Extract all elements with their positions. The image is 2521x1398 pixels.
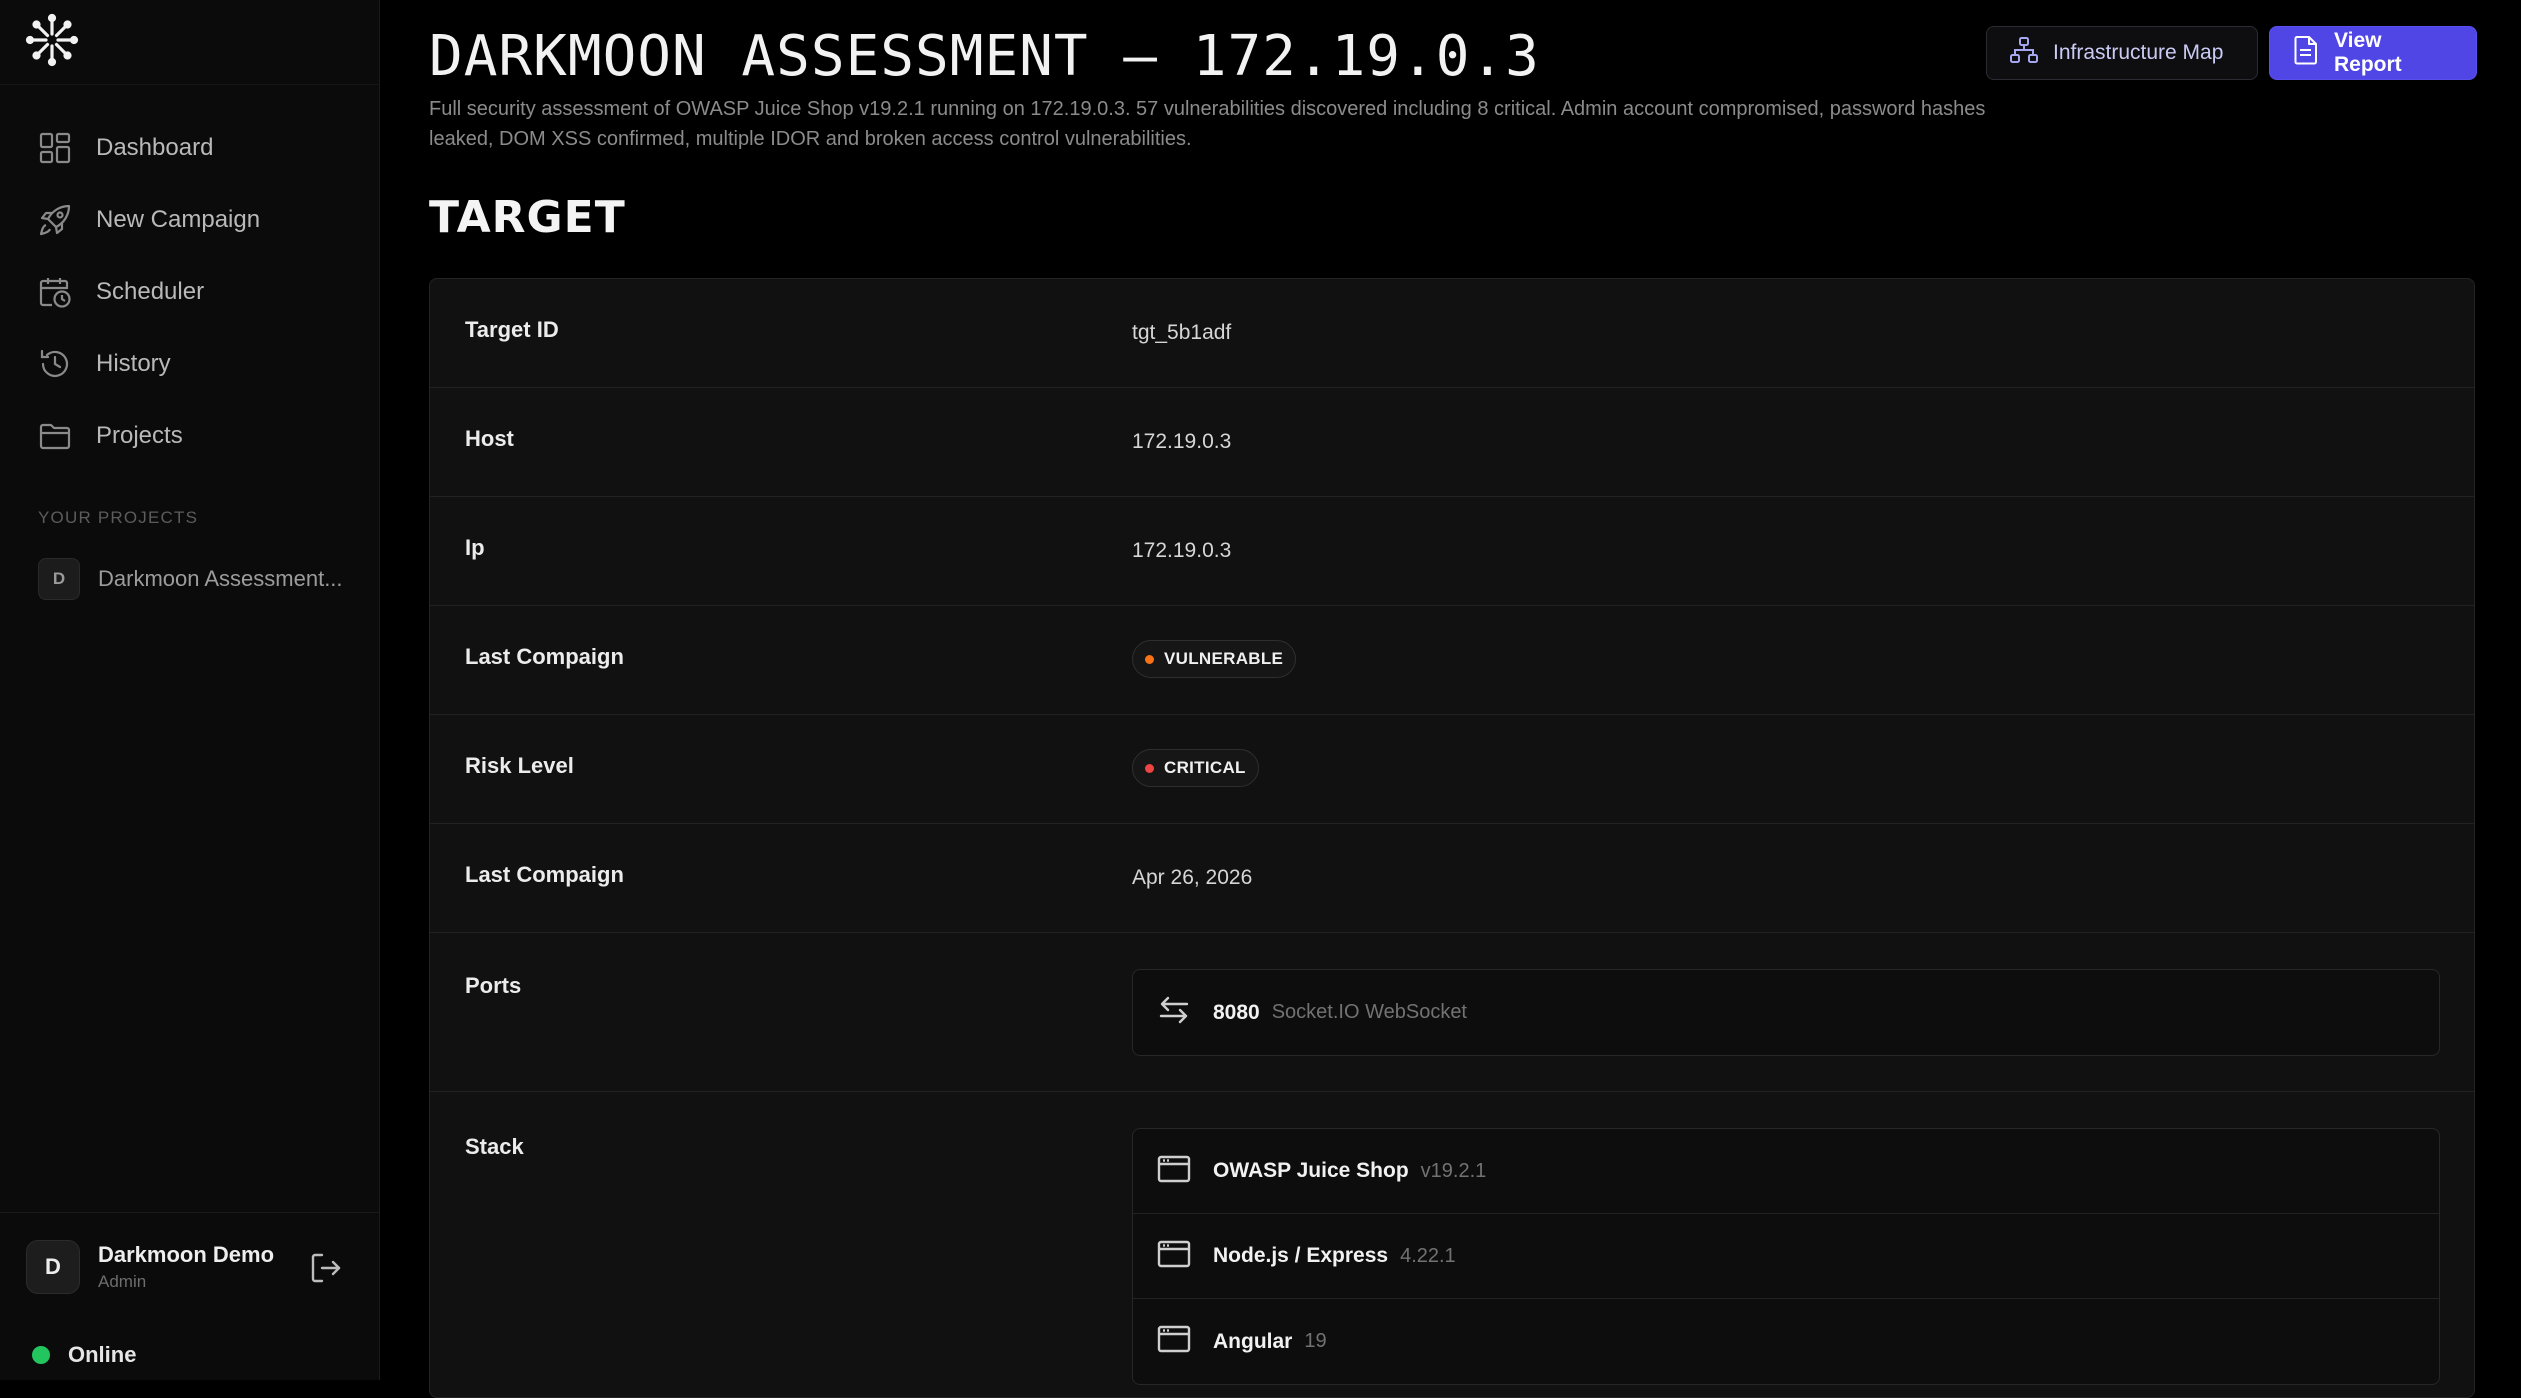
stack-version: 19 — [1304, 1330, 1327, 1352]
stack-item[interactable]: Angular 19 — [1133, 1299, 2439, 1384]
nav-label: Dashboard — [96, 134, 214, 161]
user-divider — [0, 1212, 380, 1213]
status-badge: VULNERABLE — [1132, 640, 1297, 678]
nav-label: Scheduler — [96, 278, 205, 305]
rocket-icon — [36, 201, 74, 239]
your-projects-heading: YOUR PROJECTS — [38, 508, 199, 527]
nav-label: Projects — [96, 422, 183, 449]
browser-window-icon — [1157, 1154, 1191, 1189]
sidebar: Dashboard New Campaign Scheduler History… — [0, 0, 380, 1380]
nav-scheduler[interactable]: Scheduler — [36, 264, 204, 320]
browser-window-icon — [1157, 1239, 1191, 1274]
status-dot — [32, 1346, 50, 1364]
nav-dashboard[interactable]: Dashboard — [36, 120, 213, 176]
ports-card: 8080 Socket.IO WebSocket — [1132, 969, 2440, 1056]
target-details-panel: Target ID tgt_5b1adf Host 172.19.0.3 Ip … — [429, 278, 2475, 1398]
port-number: 8080 — [1213, 1000, 1260, 1024]
row-label: Host — [465, 426, 514, 451]
swap-arrows-icon — [1157, 993, 1191, 1032]
ip-value: 172.19.0.3 — [1132, 539, 1232, 562]
user-profile[interactable]: D Darkmoon Demo Admin — [26, 1240, 274, 1294]
nav-label: History — [96, 350, 171, 377]
history-icon — [36, 345, 74, 383]
detail-row-target-id: Target ID tgt_5b1adf — [430, 279, 2474, 388]
port-service: Socket.IO WebSocket — [1271, 1001, 1467, 1023]
row-label: Last Compaign — [465, 644, 624, 669]
network-icon — [2009, 35, 2039, 71]
status-label: Online — [68, 1342, 137, 1367]
row-label: Stack — [465, 1134, 524, 1159]
logo-divider — [0, 84, 380, 85]
logout-button[interactable] — [306, 1250, 346, 1290]
logo-icon[interactable] — [24, 12, 80, 68]
user-role: Admin — [98, 1272, 147, 1291]
stack-item[interactable]: OWASP Juice Shop v19.2.1 — [1133, 1129, 2439, 1214]
stack-version: 4.22.1 — [1400, 1244, 1456, 1267]
stack-name: OWASP Juice Shop — [1213, 1159, 1409, 1182]
browser-window-icon — [1157, 1324, 1191, 1359]
view-report-button[interactable]: View Report — [2269, 26, 2477, 80]
detail-row-stack: Stack OWASP Juice Shop v19.2.1 Node.js /… — [430, 1092, 2474, 1397]
stack-card: OWASP Juice Shop v19.2.1 Node.js / Expre… — [1132, 1128, 2440, 1385]
risk-badge: CRITICAL — [1132, 749, 1259, 787]
detail-row-host: Host 172.19.0.3 — [430, 388, 2474, 497]
main-content: DARKMOON ASSESSMENT – 172.19.0.3 Full se… — [381, 0, 2521, 1398]
detail-row-risk-level: Risk Level CRITICAL — [430, 715, 2474, 824]
folder-icon — [36, 417, 74, 455]
nav-history[interactable]: History — [36, 336, 171, 392]
risk-badge-text: CRITICAL — [1164, 758, 1246, 777]
nav-projects[interactable]: Projects — [36, 408, 183, 464]
nav-label: New Campaign — [96, 206, 261, 233]
project-label: Darkmoon Assessment... — [98, 566, 343, 591]
project-item[interactable]: D Darkmoon Assessment... — [38, 558, 343, 600]
detail-row-ip: Ip 172.19.0.3 — [430, 497, 2474, 606]
user-name: Darkmoon Demo — [98, 1242, 275, 1267]
infrastructure-map-button[interactable]: Infrastructure Map — [1986, 26, 2258, 80]
status-badge-text: VULNERABLE — [1164, 649, 1284, 668]
row-label: Ports — [465, 973, 522, 998]
status-dot — [1145, 654, 1154, 664]
risk-dot — [1145, 763, 1154, 773]
view-report-label: View Report — [2334, 29, 2402, 76]
port-item[interactable]: 8080 Socket.IO WebSocket — [1133, 970, 2439, 1055]
infrastructure-map-label: Infrastructure Map — [2053, 41, 2224, 64]
page-title: DARKMOON ASSESSMENT – 172.19.0.3 — [429, 24, 1540, 89]
row-label: Target ID — [465, 317, 559, 342]
row-label: Ip — [465, 535, 485, 560]
row-label: Last Compaign — [465, 862, 624, 887]
document-icon — [2292, 35, 2320, 71]
last-campaign-date-value: Apr 26, 2026 — [1132, 866, 1253, 889]
online-status: Online — [32, 1342, 136, 1368]
stack-name: Node.js / Express — [1213, 1244, 1389, 1267]
dashboard-icon — [36, 129, 74, 167]
detail-row-ports: Ports 8080 Socket.IO WebSocket — [430, 933, 2474, 1092]
host-value: 172.19.0.3 — [1132, 430, 1232, 453]
stack-name: Angular — [1213, 1329, 1293, 1353]
target-id-value: tgt_5b1adf — [1132, 321, 1232, 344]
calendar-clock-icon — [36, 273, 74, 311]
detail-row-last-campaign-date: Last Compaign Apr 26, 2026 — [430, 824, 2474, 933]
project-avatar: D — [38, 558, 80, 600]
avatar: D — [26, 1240, 80, 1294]
nav-new-campaign[interactable]: New Campaign — [36, 192, 260, 248]
row-label: Risk Level — [465, 753, 574, 778]
stack-version: v19.2.1 — [1420, 1159, 1487, 1182]
section-title-target: TARGET — [429, 192, 626, 243]
stack-item[interactable]: Node.js / Express 4.22.1 — [1133, 1214, 2439, 1299]
page-description: Full security assessment of OWASP Juice … — [429, 98, 1986, 150]
logout-icon — [309, 1251, 343, 1290]
detail-row-last-campaign-status: Last Compaign VULNERABLE — [430, 606, 2474, 715]
